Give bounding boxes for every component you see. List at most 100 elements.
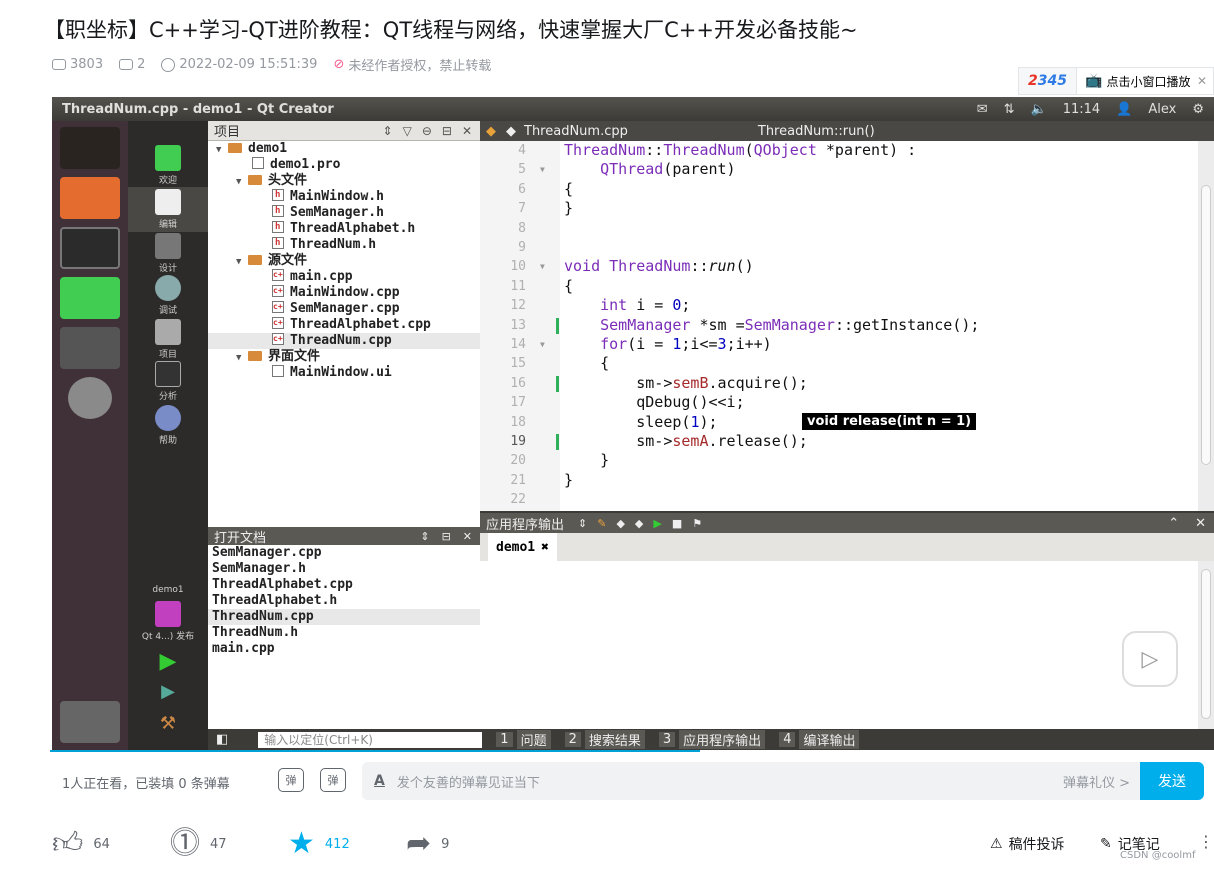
tree-item-label: 头文件: [268, 173, 308, 188]
line-number: 8: [518, 220, 526, 236]
tree-item: ThreadAlphabet.h: [208, 219, 480, 237]
disc-icon: [68, 377, 112, 419]
open-document-item: ThreadAlphabet.cpp: [212, 577, 353, 592]
clock: 11:14: [1062, 101, 1101, 117]
close-icon: ✕: [462, 529, 472, 543]
tree-item: ▼ 头文件: [208, 173, 480, 189]
updown-icon: ⇕: [420, 529, 430, 543]
views-stat: 3803: [52, 57, 103, 72]
line-number: 14: [510, 337, 526, 352]
kit-name: Qt 4...) 发布: [141, 632, 195, 642]
open-document-item: ThreadNum.h: [212, 625, 299, 640]
share-button[interactable]: ➦ 9: [406, 826, 449, 862]
tree-item-label: main.cpp: [290, 269, 353, 284]
danmaku-etiquette-link[interactable]: 弹幕礼仪 >: [1063, 772, 1130, 791]
maximize-icon: ⌃: [1168, 515, 1180, 531]
line-number: 7: [518, 201, 526, 217]
code-line: SemManager *sm =SemManager::getInstance(…: [600, 315, 980, 334]
like-button[interactable]: 👍︎ 64: [52, 826, 110, 862]
scroll-thumb: [1201, 569, 1211, 719]
like-count: 64: [93, 836, 110, 852]
tree-item-label: ThreadNum.cpp: [290, 333, 392, 348]
viewer-count: 1人正在看，已装填 0 条弹幕: [62, 777, 230, 792]
danmaku-placeholder: 发个友善的弹幕见证当下: [396, 775, 540, 791]
danmaku-settings-icon[interactable]: 弹: [320, 768, 346, 792]
open-documents-list: SemManager.cpp SemManager.h ThreadAlphabet…: [208, 545, 480, 729]
coin-icon: ⓵: [170, 826, 200, 861]
expand-arrow-icon: ▼: [236, 257, 242, 267]
folder-icon: [248, 175, 262, 185]
tree-item-label: 源文件: [268, 253, 308, 268]
design-icon: [155, 233, 181, 259]
font-style-icon[interactable]: A: [374, 773, 385, 789]
code-line: sm->semA.release();: [564, 432, 808, 450]
favorite-count: 412: [324, 836, 350, 852]
copyright-text: 未经作者授权，禁止转载: [348, 59, 492, 74]
video-player[interactable]: ThreadNum.cpp - demo1 - Qt Creator ✉ ⇅ 🔈…: [52, 97, 1214, 750]
bottom-tab-label: 问题: [516, 730, 551, 749]
kit-selector: demo1 Qt 4...) 发布: [128, 585, 208, 642]
user-icon: 👤: [1116, 101, 1133, 117]
code-editor: ThreadNum::ThreadNum(QObject *parent) : …: [560, 141, 1198, 511]
line-number: 10: [510, 259, 526, 275]
tree-item-label: ThreadAlphabet.h: [290, 221, 416, 236]
expand-arrow-icon: ▼: [216, 145, 222, 155]
coin-count: 47: [210, 836, 227, 852]
warning-icon: ⚠: [990, 836, 1003, 852]
expand-arrow-icon: ▼: [236, 177, 242, 187]
line-number: 13: [510, 317, 526, 333]
os-title-bar: ThreadNum.cpp - demo1 - Qt Creator ✉ ⇅ 🔈…: [52, 97, 1214, 121]
open-document-item: ThreadNum.cpp: [208, 609, 480, 625]
2345-logo: 2 345: [1019, 68, 1077, 94]
qt-status-bar: ◧ 输入以定位(Ctrl+K) 1 问题 2 搜索结果 3 应用程序输出 4 编译输出: [208, 729, 1214, 750]
code-line: void ThreadNum::run(): [564, 257, 754, 276]
fold-marker-icon: ▼: [540, 262, 545, 272]
line-number: 15: [510, 356, 526, 372]
play-overlay-icon[interactable]: ▷: [1122, 631, 1178, 687]
code-line: {: [564, 354, 610, 373]
scroll-thumb: [1201, 185, 1211, 465]
coin-button[interactable]: ⓵ 47: [170, 826, 227, 862]
share-count: 9: [441, 836, 450, 852]
close-icon: ✕: [1195, 515, 1206, 531]
file-icon: [272, 283, 284, 299]
back-arrow-icon: ◆: [486, 123, 496, 139]
danmaku-toggle-icon[interactable]: 弹: [278, 768, 304, 792]
output-tabbar: demo1 ✖: [480, 533, 1214, 561]
bottom-tab-label: 编译输出: [799, 730, 860, 749]
tree-item-label: demo1.pro: [270, 157, 341, 172]
folder-icon: [248, 255, 262, 265]
link-icon: ⊖: [421, 123, 432, 138]
note-icon: ✎: [1100, 836, 1112, 852]
tree-item: demo1.pro: [208, 157, 480, 173]
run-icon: ▶: [159, 649, 177, 674]
network-icon: ⇅: [1003, 101, 1015, 117]
file-icon: [272, 219, 284, 235]
report-button[interactable]: ⚠ 稿件投诉: [990, 834, 1065, 854]
code-line: }: [564, 470, 574, 489]
editor-header: ◆ ◆ ThreadNum.cpp ThreadNum::run(): [480, 121, 1214, 141]
debug-icon: [155, 275, 181, 301]
danmaku-input[interactable]: A 发个友善的弹幕见证当下 弹幕礼仪 >: [362, 762, 1140, 800]
line-number: 11: [510, 278, 526, 294]
code-line: sleep(1);: [564, 412, 718, 431]
code-line: int i = 0;: [600, 296, 691, 315]
tree-item-label: ThreadNum.h: [290, 237, 377, 252]
code-line: }: [564, 451, 610, 470]
attach-icon: ⚑: [692, 516, 703, 530]
mode-edit: 编辑: [128, 187, 208, 232]
ubuntu-logo-icon: [60, 127, 120, 169]
change-marker: [556, 434, 559, 450]
mail-icon: ✉: [976, 101, 988, 117]
close-icon[interactable]: ✕: [1197, 74, 1207, 88]
more-icon[interactable]: ⋮: [1198, 832, 1214, 851]
tree-item-label: ThreadAlphabet.cpp: [290, 317, 431, 332]
code-line: ThreadNum::ThreadNum(QObject *parent) :: [564, 141, 917, 159]
send-button[interactable]: 发送: [1140, 762, 1204, 800]
favorite-button[interactable]: ★ 412: [288, 826, 350, 862]
tree-item: ▼ 界面文件: [208, 349, 480, 365]
danmaku-count: 2: [137, 57, 146, 72]
clock-icon: [161, 57, 176, 72]
file-icon: [272, 235, 284, 251]
mini-player-badge[interactable]: 2 345 📺 点击小窗口播放 ✕: [1018, 67, 1214, 95]
